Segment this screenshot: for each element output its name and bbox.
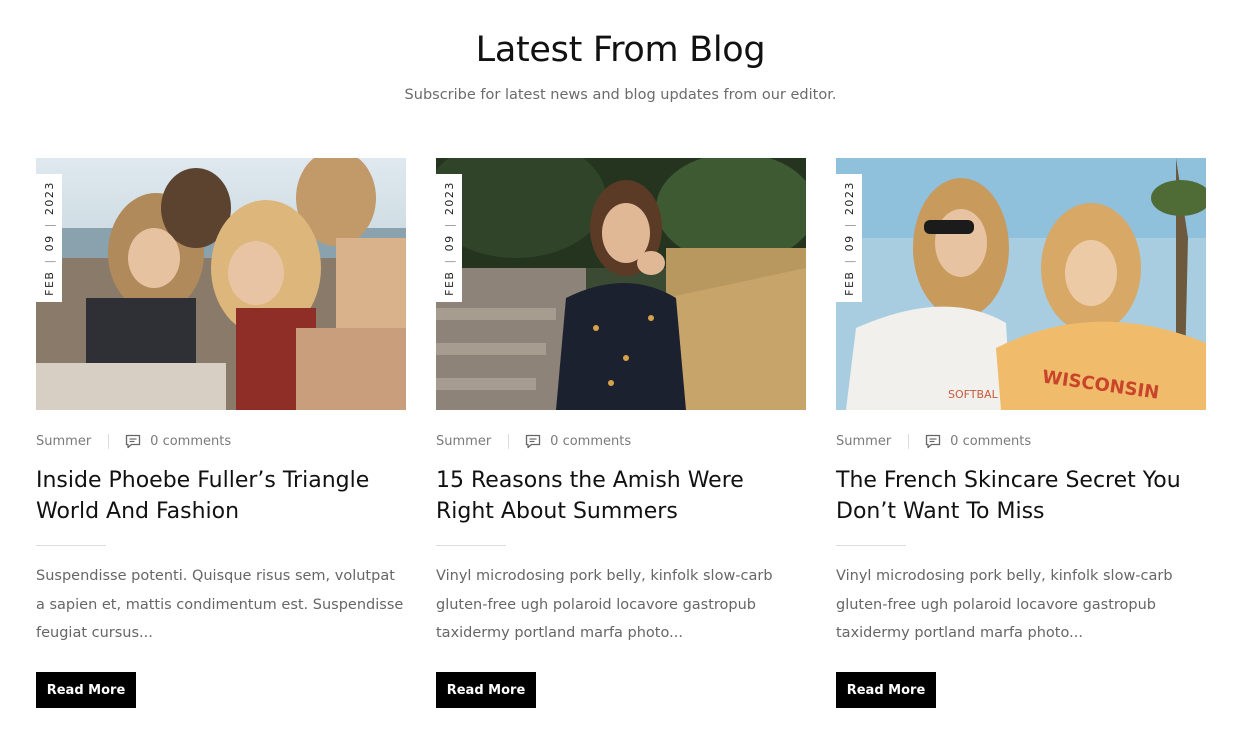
section-subtitle: Subscribe for latest news and blog updat… [404, 87, 837, 103]
date-separator: | [442, 221, 456, 227]
post-category[interactable]: Summer [436, 434, 491, 449]
svg-text:SOFTBAL: SOFTBAL [948, 388, 999, 401]
date-separator: | [42, 257, 56, 264]
blog-card: SOFTBAL WISCONSIN FEB | 09 | 2023 Summer… [836, 158, 1206, 718]
date-year: 2023 [42, 180, 56, 215]
post-image[interactable]: FEB | 09 | 2023 [36, 158, 406, 410]
date-day: 09 [842, 233, 856, 251]
post-meta: Summer 0 comments [436, 434, 631, 449]
date-separator: | [842, 257, 856, 264]
title-divider [836, 545, 906, 546]
blog-card: FEB | 09 | 2023 Summer 0 comments Inside… [36, 158, 406, 718]
post-excerpt: Suspendisse potenti. Quisque risus sem, … [36, 568, 404, 641]
post-comments[interactable]: 0 comments [150, 434, 231, 449]
date-separator: | [842, 221, 856, 227]
post-title[interactable]: The French Skincare Secret You Don’t Wan… [836, 465, 1206, 527]
post-comments[interactable]: 0 comments [950, 434, 1031, 449]
post-comments[interactable]: 0 comments [550, 434, 631, 449]
date-separator: | [42, 221, 56, 227]
post-excerpt: Vinyl microdosing pork belly, kinfolk sl… [836, 568, 1173, 641]
section-title: Latest From Blog [475, 30, 766, 70]
date-badge: FEB | 09 | 2023 [436, 174, 462, 302]
date-month: FEB [42, 270, 56, 296]
comment-icon [925, 434, 941, 449]
date-day: 09 [442, 233, 456, 251]
post-title[interactable]: Inside Phoebe Fuller’s Triangle World An… [36, 465, 406, 527]
date-year: 2023 [442, 180, 456, 215]
read-more-button[interactable]: Read More [36, 672, 136, 708]
meta-divider [908, 434, 910, 449]
meta-divider [508, 434, 510, 449]
title-divider [36, 545, 106, 546]
post-meta: Summer 0 comments [836, 434, 1031, 449]
date-month: FEB [842, 270, 856, 296]
comment-icon [525, 434, 541, 449]
post-excerpt: Vinyl microdosing pork belly, kinfolk sl… [436, 568, 773, 641]
date-separator: | [442, 257, 456, 264]
date-month: FEB [442, 270, 456, 296]
date-year: 2023 [842, 180, 856, 215]
post-category[interactable]: Summer [836, 434, 891, 449]
meta-divider [108, 434, 110, 449]
post-meta: Summer 0 comments [36, 434, 231, 449]
post-title[interactable]: 15 Reasons the Amish Were Right About Su… [436, 465, 806, 527]
read-more-button[interactable]: Read More [436, 672, 536, 708]
read-more-button[interactable]: Read More [836, 672, 936, 708]
date-badge: FEB | 09 | 2023 [836, 174, 862, 302]
post-image[interactable]: FEB | 09 | 2023 [436, 158, 806, 410]
comment-icon [125, 434, 141, 449]
post-image[interactable]: SOFTBAL WISCONSIN FEB | 09 | 2023 [836, 158, 1206, 410]
date-badge: FEB | 09 | 2023 [36, 174, 62, 302]
date-day: 09 [42, 233, 56, 251]
blog-card: FEB | 09 | 2023 Summer 0 comments 15 Rea… [436, 158, 806, 718]
title-divider [436, 545, 506, 546]
post-category[interactable]: Summer [36, 434, 91, 449]
